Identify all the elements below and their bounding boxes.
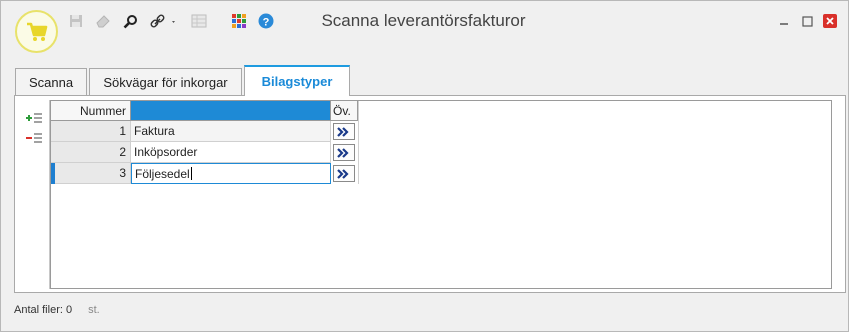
grid-icon[interactable] — [190, 12, 208, 30]
file-count-unit: st. — [88, 304, 100, 316]
tab-label: Bilagstyper — [261, 74, 333, 89]
eraser-icon[interactable] — [94, 12, 112, 30]
column-header-name[interactable] — [131, 101, 331, 121]
title-bar: ? Scanna leverantörsfakturor — [1, 1, 848, 63]
column-header-label: Nummer — [79, 103, 126, 118]
search-icon[interactable] — [121, 12, 139, 30]
window-title-text: Scanna leverantörsfakturor — [321, 11, 526, 30]
row-number: 3 — [51, 163, 131, 184]
tab-scanna[interactable]: Scanna — [15, 68, 87, 95]
remove-row-icon — [26, 133, 42, 143]
link-icon[interactable] — [149, 12, 179, 30]
row-selection-marker — [51, 163, 55, 184]
tab-sokvagar[interactable]: Sökvägar för inkorgar — [89, 68, 242, 95]
table-row[interactable]: 3 Följesedel — [51, 163, 358, 184]
help-icon[interactable]: ? — [257, 12, 275, 30]
forward-button[interactable] — [333, 123, 355, 140]
save-icon[interactable] — [67, 12, 85, 30]
add-row-button[interactable] — [25, 111, 45, 125]
cart-icon — [27, 22, 48, 41]
palette-icon[interactable] — [230, 12, 248, 30]
row-number: 1 — [51, 121, 131, 142]
column-header-nummer[interactable]: Nummer — [51, 101, 131, 121]
row-toolbar — [21, 100, 50, 289]
forward-icon — [337, 168, 349, 179]
column-header-label: Öv. — [333, 103, 351, 118]
table-row[interactable]: 2 Inköpsorder — [51, 142, 358, 163]
add-row-icon — [26, 113, 42, 123]
row-number: 2 — [51, 142, 131, 163]
tab-label: Sökvägar för inkorgar — [103, 74, 228, 90]
app-logo[interactable] — [15, 10, 58, 53]
row-name: Följesedel — [135, 166, 190, 181]
remove-row-button[interactable] — [25, 131, 45, 145]
text-cursor — [190, 167, 192, 180]
close-icon[interactable] — [823, 14, 837, 28]
file-count: Antal filer: 0 — [14, 304, 73, 316]
row-name[interactable]: Inköpsorder — [131, 142, 331, 163]
row-name[interactable]: Faktura — [131, 121, 331, 142]
row-name-editor[interactable]: Följesedel — [131, 163, 331, 184]
forward-button[interactable] — [333, 144, 355, 161]
table-row[interactable]: 1 Faktura — [51, 121, 358, 142]
column-divider — [358, 101, 359, 184]
tab-bilagstyper[interactable]: Bilagstyper — [244, 65, 350, 96]
forward-icon — [337, 147, 349, 158]
forward-icon — [337, 126, 349, 137]
column-header-ov[interactable]: Öv. — [331, 101, 358, 121]
main-window: ? Scanna leverantörsfakturor Scanna Sökv… — [0, 0, 849, 332]
attachment-types-grid: Nummer Öv. 1 Faktura 2 Inköpsorder 3 Föl… — [50, 100, 832, 289]
status-bar: Antal filer: 0 st. — [14, 304, 100, 316]
minimize-icon[interactable] — [777, 14, 791, 28]
maximize-icon[interactable] — [800, 14, 814, 28]
forward-button[interactable] — [333, 165, 355, 182]
tab-label: Scanna — [28, 74, 74, 90]
svg-text:?: ? — [263, 17, 270, 29]
